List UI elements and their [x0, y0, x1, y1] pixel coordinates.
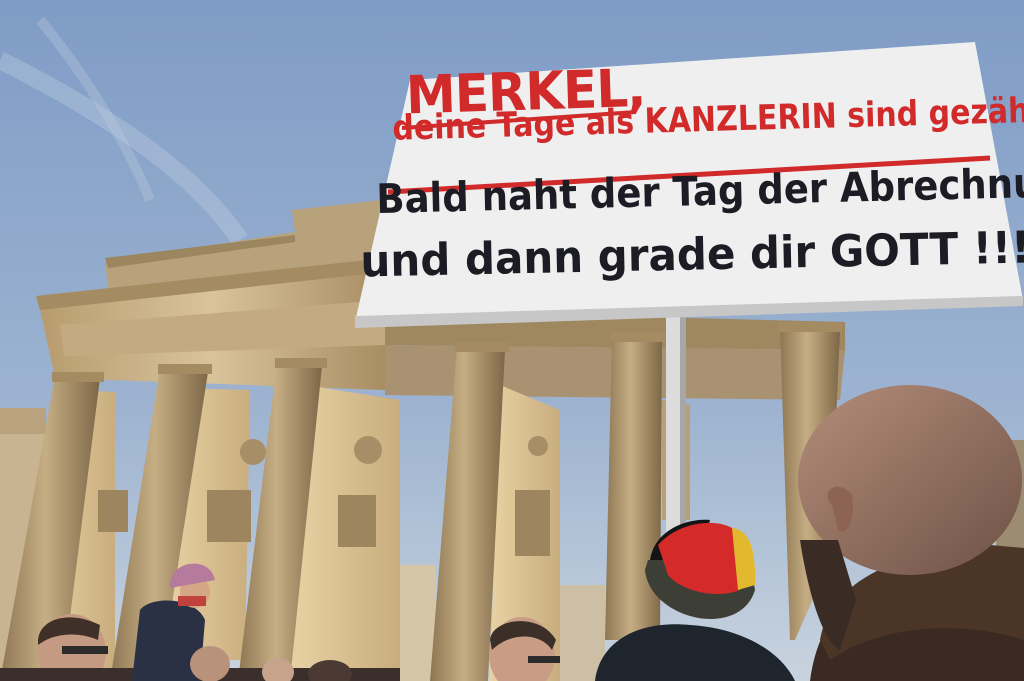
glasses [62, 646, 108, 654]
building-center [395, 565, 435, 681]
protest-sign-text: MERKEL, deine Tage als KANZLERIN sind ge… [355, 42, 1024, 322]
column-capital [158, 364, 212, 374]
relief-panel [338, 495, 376, 547]
column-capital [778, 322, 842, 332]
column-capital [52, 372, 104, 382]
relief-panel [207, 490, 251, 542]
building-center-2 [555, 585, 605, 681]
glasses [528, 656, 560, 663]
child-scarf [178, 596, 206, 606]
relief-medallion [354, 436, 382, 464]
relief-medallion [528, 436, 548, 456]
person-head [190, 646, 230, 681]
column-capital [455, 342, 509, 352]
relief-medallion [240, 439, 266, 465]
column-capital [610, 332, 666, 342]
protest-sign: MERKEL, deine Tage als KANZLERIN sind ge… [355, 42, 1024, 322]
sign-line-4: und dann grade dir GOTT !!! [359, 221, 1024, 287]
building-left-top [0, 408, 46, 434]
relief-panel [515, 490, 550, 556]
column-capital [275, 358, 327, 368]
sign-pole-shade [680, 312, 686, 542]
gate-column [605, 335, 662, 640]
sign-line-3: Bald naht der Tag der Abrechnung [375, 158, 1024, 223]
relief-panel [98, 490, 128, 532]
